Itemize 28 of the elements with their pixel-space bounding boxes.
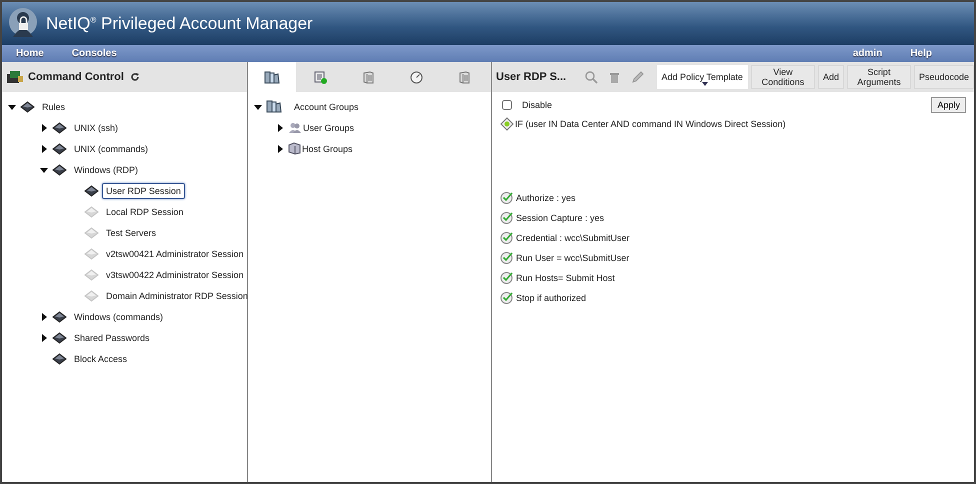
toolbar-button[interactable]: View Conditions	[750, 65, 815, 89]
tree-item[interactable]: Host Groups	[302, 144, 353, 154]
toolbar-button[interactable]: Pseudocode	[914, 65, 974, 89]
tree-item[interactable]: UNIX (ssh)	[70, 120, 122, 136]
action-text: Run User = wcc\SubmitUser	[516, 252, 630, 262]
action-text: Run Hosts= Submit Host	[516, 272, 615, 282]
apply-button[interactable]: Apply	[931, 97, 966, 113]
panel-title: Command Control	[28, 71, 124, 83]
tree-item[interactable]: User Groups	[303, 122, 354, 132]
app-title: NetIQ$^{®}$ Privileged Account Manager	[46, 14, 313, 34]
checkbox-label: Disable	[522, 100, 552, 110]
tree-item[interactable]: Block Access	[70, 350, 132, 366]
panel-title: User RDP S...	[496, 71, 566, 83]
action-text: Session Capture : yes	[516, 212, 604, 222]
tree-item[interactable]: Shared Passwords	[70, 330, 154, 346]
tree-item[interactable]: Rules	[38, 98, 70, 114]
action-text: Stop if authorized	[516, 292, 586, 302]
condition-text: IF (user IN Data Center AND command IN Windows Direct Session)	[515, 119, 786, 129]
tree-item[interactable]: Windows (RDP)	[70, 162, 142, 178]
toolbar-button[interactable]: Add	[818, 65, 844, 89]
tree-item[interactable]: User RDP Session	[102, 182, 185, 198]
tree-item[interactable]: Account Groups	[294, 102, 359, 112]
toolbar-button[interactable]: Add Policy Template	[656, 65, 748, 89]
tree-item[interactable]: Windows (commands)	[70, 308, 168, 324]
action-text: Credential : wcc\SubmitUser	[516, 232, 630, 242]
tree-item[interactable]: UNIX (commands)	[70, 140, 152, 156]
action-text: Authorize : yes	[516, 192, 576, 202]
toolbar-button[interactable]: Script Arguments	[846, 65, 911, 89]
